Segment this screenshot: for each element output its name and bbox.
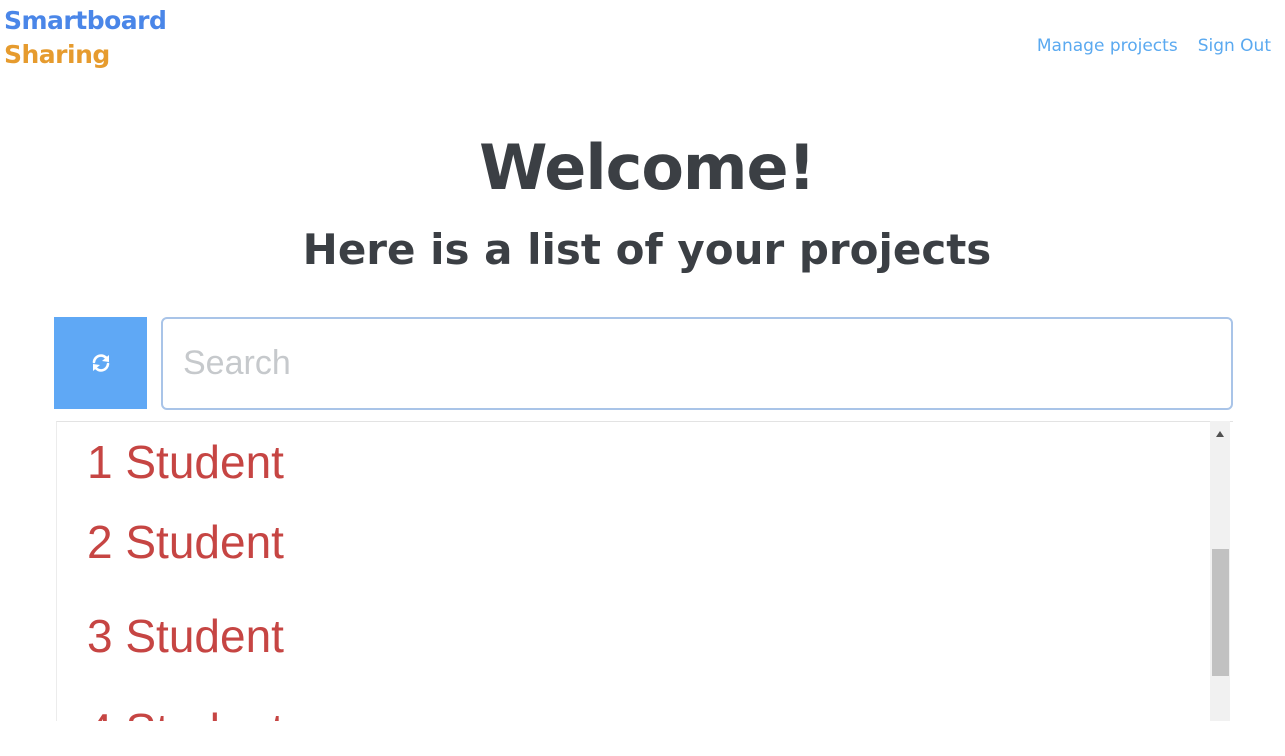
brand-logo[interactable]: Smartboard Sharing (4, 4, 167, 72)
page-subtitle: Here is a list of your projects (302, 225, 992, 274)
scrollbar-thumb[interactable] (1212, 549, 1229, 676)
project-item[interactable]: 1 Student (87, 434, 284, 490)
page: Smartboard Sharing Manage projects Sign … (0, 0, 1285, 756)
brand-name-sharing: Sharing (4, 40, 110, 69)
brand-name-smartboard: Smartboard (4, 6, 167, 35)
search-input[interactable] (161, 317, 1233, 410)
page-title: Welcome! (479, 131, 816, 204)
scroll-up-arrow-icon[interactable] (1210, 421, 1230, 447)
project-item[interactable]: 4 Student (87, 702, 284, 721)
manage-projects-link[interactable]: Manage projects (1037, 36, 1178, 56)
project-item[interactable]: 2 Student (87, 514, 284, 570)
refresh-icon (90, 352, 112, 374)
project-list: 1 Student 2 Student 3 Student 4 Student (56, 421, 1233, 721)
top-nav: Manage projects Sign Out (1037, 36, 1271, 56)
sign-out-link[interactable]: Sign Out (1198, 36, 1271, 56)
list-scrollbar[interactable] (1210, 421, 1230, 721)
refresh-button[interactable] (54, 317, 147, 409)
project-item[interactable]: 3 Student (87, 608, 284, 664)
